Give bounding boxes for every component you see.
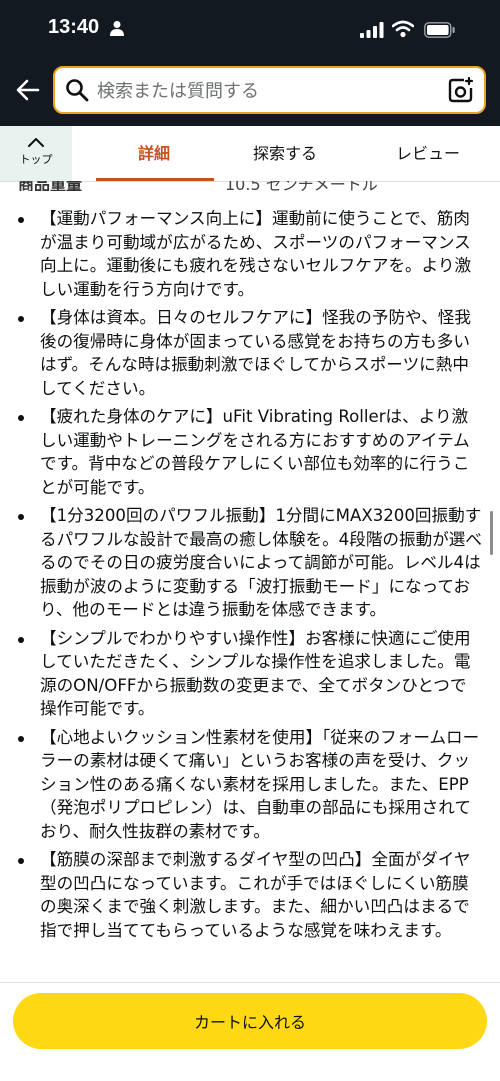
back-arrow-icon: [16, 79, 40, 101]
tab-details[interactable]: 詳細: [96, 126, 214, 181]
tab-explore[interactable]: 探索する: [226, 126, 344, 181]
tab-bar: トップ 詳細 探索する レビュー: [0, 126, 500, 182]
list-item: 【身体は資本。日々のセルフケアに】怪我の予防や、怪我後の復帰時に身体が固まってい…: [0, 306, 500, 400]
list-item: 【筋膜の深部まで刺激するダイヤ型の凹凸】全面がダイヤ型の凹凸になっています。これ…: [0, 848, 500, 942]
list-item: 【疲れた身体のケアに】uFit Vibrating Rollerは、より激しい運…: [0, 405, 500, 499]
search-input[interactable]: [95, 68, 439, 114]
wifi-icon: [392, 20, 414, 38]
tab-reviews[interactable]: レビュー: [372, 126, 484, 181]
status-time: 13:40: [48, 16, 100, 38]
list-item: 【シンプルでわかりやすい操作性】お客様に快適にご使用していただきたく、シンプルな…: [0, 627, 500, 721]
list-item: 【運動パフォーマンス向上に】運動前に使うことで、筋肉が温まり可動域が広がるため、…: [0, 207, 500, 301]
scrollbar[interactable]: [490, 511, 493, 555]
spec-label: 商品重量: [18, 181, 83, 191]
signal-icon: [360, 22, 384, 38]
add-to-cart-button[interactable]: カートに入れる: [13, 993, 487, 1049]
feature-bullet-list: 【運動パフォーマンス向上に】運動前に使うことで、筋肉が温まり可動域が広がるため、…: [0, 207, 500, 947]
back-to-top-button[interactable]: トップ: [0, 126, 72, 181]
spec-value: 10.5 センチメートル: [225, 181, 378, 191]
search-box[interactable]: [53, 66, 486, 114]
product-details-content[interactable]: 商品重量 10.5 センチメートル 【運動パフォーマンス向上に】運動前に使うこと…: [0, 181, 500, 981]
camera-search-icon[interactable]: [448, 77, 474, 103]
chevron-up-icon: [28, 138, 44, 147]
status-bar: 13:40: [0, 0, 500, 60]
search-icon: [66, 79, 89, 102]
search-header: [0, 60, 500, 126]
bottom-action-bar: カートに入れる: [0, 982, 500, 1081]
back-button[interactable]: [10, 70, 46, 110]
spec-row-partial: 商品重量 10.5 センチメートル: [0, 181, 500, 191]
top-label: トップ: [19, 153, 53, 166]
person-icon: [110, 21, 124, 36]
list-item: 【1分3200回のパワフル振動】1分間にMAX3200回振動するパワフルな設計で…: [0, 504, 500, 622]
battery-icon: [424, 22, 455, 38]
list-item: 【心地よいクッション性素材を使用】「従来のフォームローラーの素材は硬くて痛い」と…: [0, 726, 500, 844]
